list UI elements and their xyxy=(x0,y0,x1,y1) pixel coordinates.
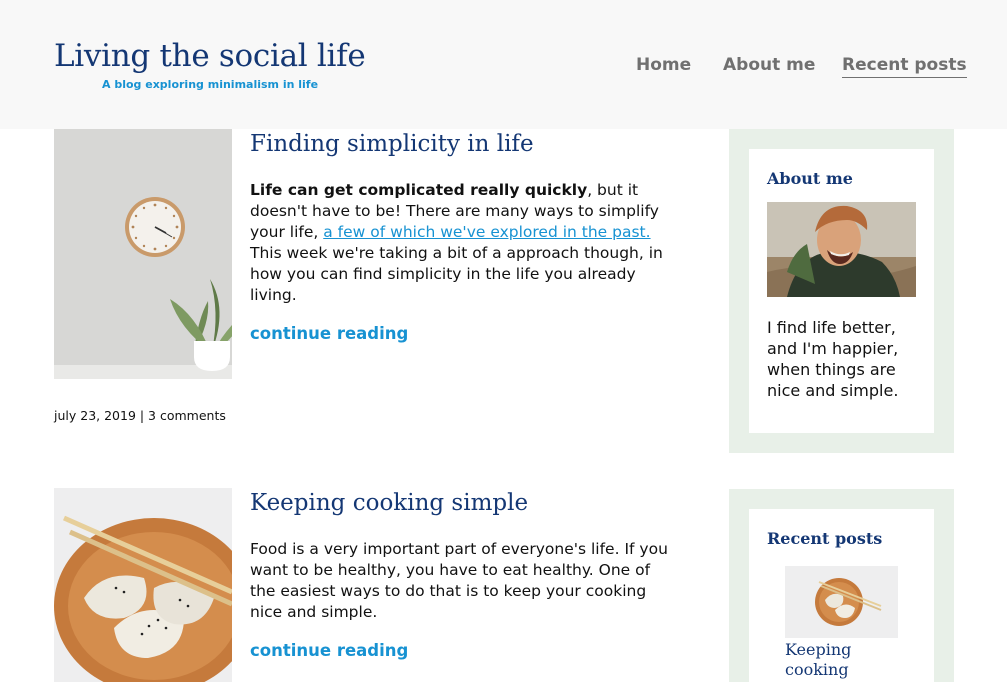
recent-posts-card: Recent posts Keeping cooking simple xyxy=(749,509,934,682)
about-me-photo xyxy=(767,202,916,297)
site-subtitle: A blog exploring minimalism in life xyxy=(102,78,319,91)
about-me-card: About me I find life better, and I'm hap… xyxy=(749,149,934,433)
about-me-text: I find life better, and I'm happier, whe… xyxy=(767,318,899,400)
nav-link-recent-posts[interactable]: Recent posts xyxy=(842,55,967,78)
site-header: Living the social life A blog exploring … xyxy=(0,0,1007,129)
person-photo-icon xyxy=(767,202,916,297)
recent-posts-widget: Recent posts Keeping cooking simple xyxy=(729,489,954,682)
about-me-title: About me xyxy=(767,169,853,188)
continue-reading-link[interactable]: continue reading xyxy=(250,641,408,660)
post-excerpt: Food is a very important part of everyon… xyxy=(250,540,668,621)
recent-posts-title: Recent posts xyxy=(767,529,883,548)
continue-reading-link[interactable]: continue reading xyxy=(250,324,408,343)
post-image-dumplings[interactable] xyxy=(54,488,232,682)
post-excerpt-text-end: This week we're taking a bit of a approa… xyxy=(250,244,663,304)
post-title[interactable]: Keeping cooking simple xyxy=(250,490,528,516)
nav-link-home[interactable]: Home xyxy=(636,55,691,75)
post-excerpt-bold: Life can get complicated really quickly xyxy=(250,181,588,199)
about-me-widget: About me I find life better, and I'm hap… xyxy=(729,129,954,453)
dumplings-thumbnail-icon xyxy=(785,566,898,638)
site-title[interactable]: Living the social life xyxy=(54,38,366,74)
post-meta: july 23, 2019 | 3 comments xyxy=(54,408,226,423)
past-posts-link[interactable]: a few of which we've explored in the pas… xyxy=(323,223,650,241)
nav-link-about-me[interactable]: About me xyxy=(723,55,815,75)
post-title[interactable]: Finding simplicity in life xyxy=(250,131,534,157)
recent-post-thumbnail[interactable] xyxy=(785,566,898,638)
wall-clock-icon xyxy=(54,129,232,379)
post-excerpt: Life can get complicated really quickly,… xyxy=(250,180,670,306)
dumplings-icon xyxy=(54,488,232,682)
recent-post-link[interactable]: Keeping cooking simple xyxy=(785,640,905,682)
post-image-clock[interactable] xyxy=(54,129,232,379)
